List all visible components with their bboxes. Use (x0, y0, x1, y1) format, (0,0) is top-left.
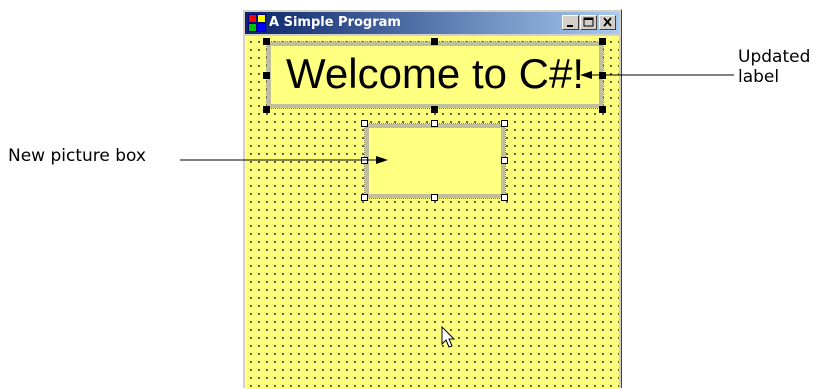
app-form-icon (248, 14, 266, 32)
label-text: Welcome to C#! (286, 50, 584, 97)
designer-window: A Simple Program Welcome to C#! (242, 9, 622, 389)
resize-handle[interactable] (431, 38, 438, 45)
form-design-surface[interactable]: Welcome to C#! (245, 36, 619, 389)
close-button[interactable] (599, 15, 616, 30)
callout-updated-label: Updated label (738, 47, 810, 87)
callout-updated-label-line1: Updated (738, 47, 811, 67)
close-icon (603, 17, 612, 27)
picture-box-control[interactable] (364, 123, 506, 199)
title-bar[interactable]: A Simple Program (245, 12, 619, 34)
resize-handle[interactable] (501, 194, 508, 201)
resize-handle[interactable] (501, 120, 508, 127)
resize-handle[interactable] (263, 72, 270, 79)
minimize-icon (567, 25, 573, 27)
arrow-cursor-icon (441, 326, 456, 348)
resize-handle[interactable] (263, 106, 270, 113)
resize-handle[interactable] (599, 106, 606, 113)
resize-handle[interactable] (361, 194, 368, 201)
window-title: A Simple Program (269, 15, 401, 30)
resize-handle[interactable] (263, 38, 270, 45)
callout-updated-label-line2: label (738, 67, 780, 87)
label-control[interactable]: Welcome to C#! (266, 41, 604, 109)
minimize-button[interactable] (562, 15, 579, 30)
resize-handle[interactable] (431, 120, 438, 127)
resize-handle[interactable] (599, 38, 606, 45)
maximize-icon (583, 17, 594, 27)
resize-handle[interactable] (501, 157, 508, 164)
resize-handle[interactable] (431, 106, 438, 113)
resize-handle[interactable] (361, 157, 368, 164)
resize-handle[interactable] (431, 194, 438, 201)
resize-handle[interactable] (361, 120, 368, 127)
resize-handle[interactable] (599, 72, 606, 79)
callout-new-picture-box: New picture box (8, 146, 146, 166)
maximize-button[interactable] (580, 15, 597, 30)
